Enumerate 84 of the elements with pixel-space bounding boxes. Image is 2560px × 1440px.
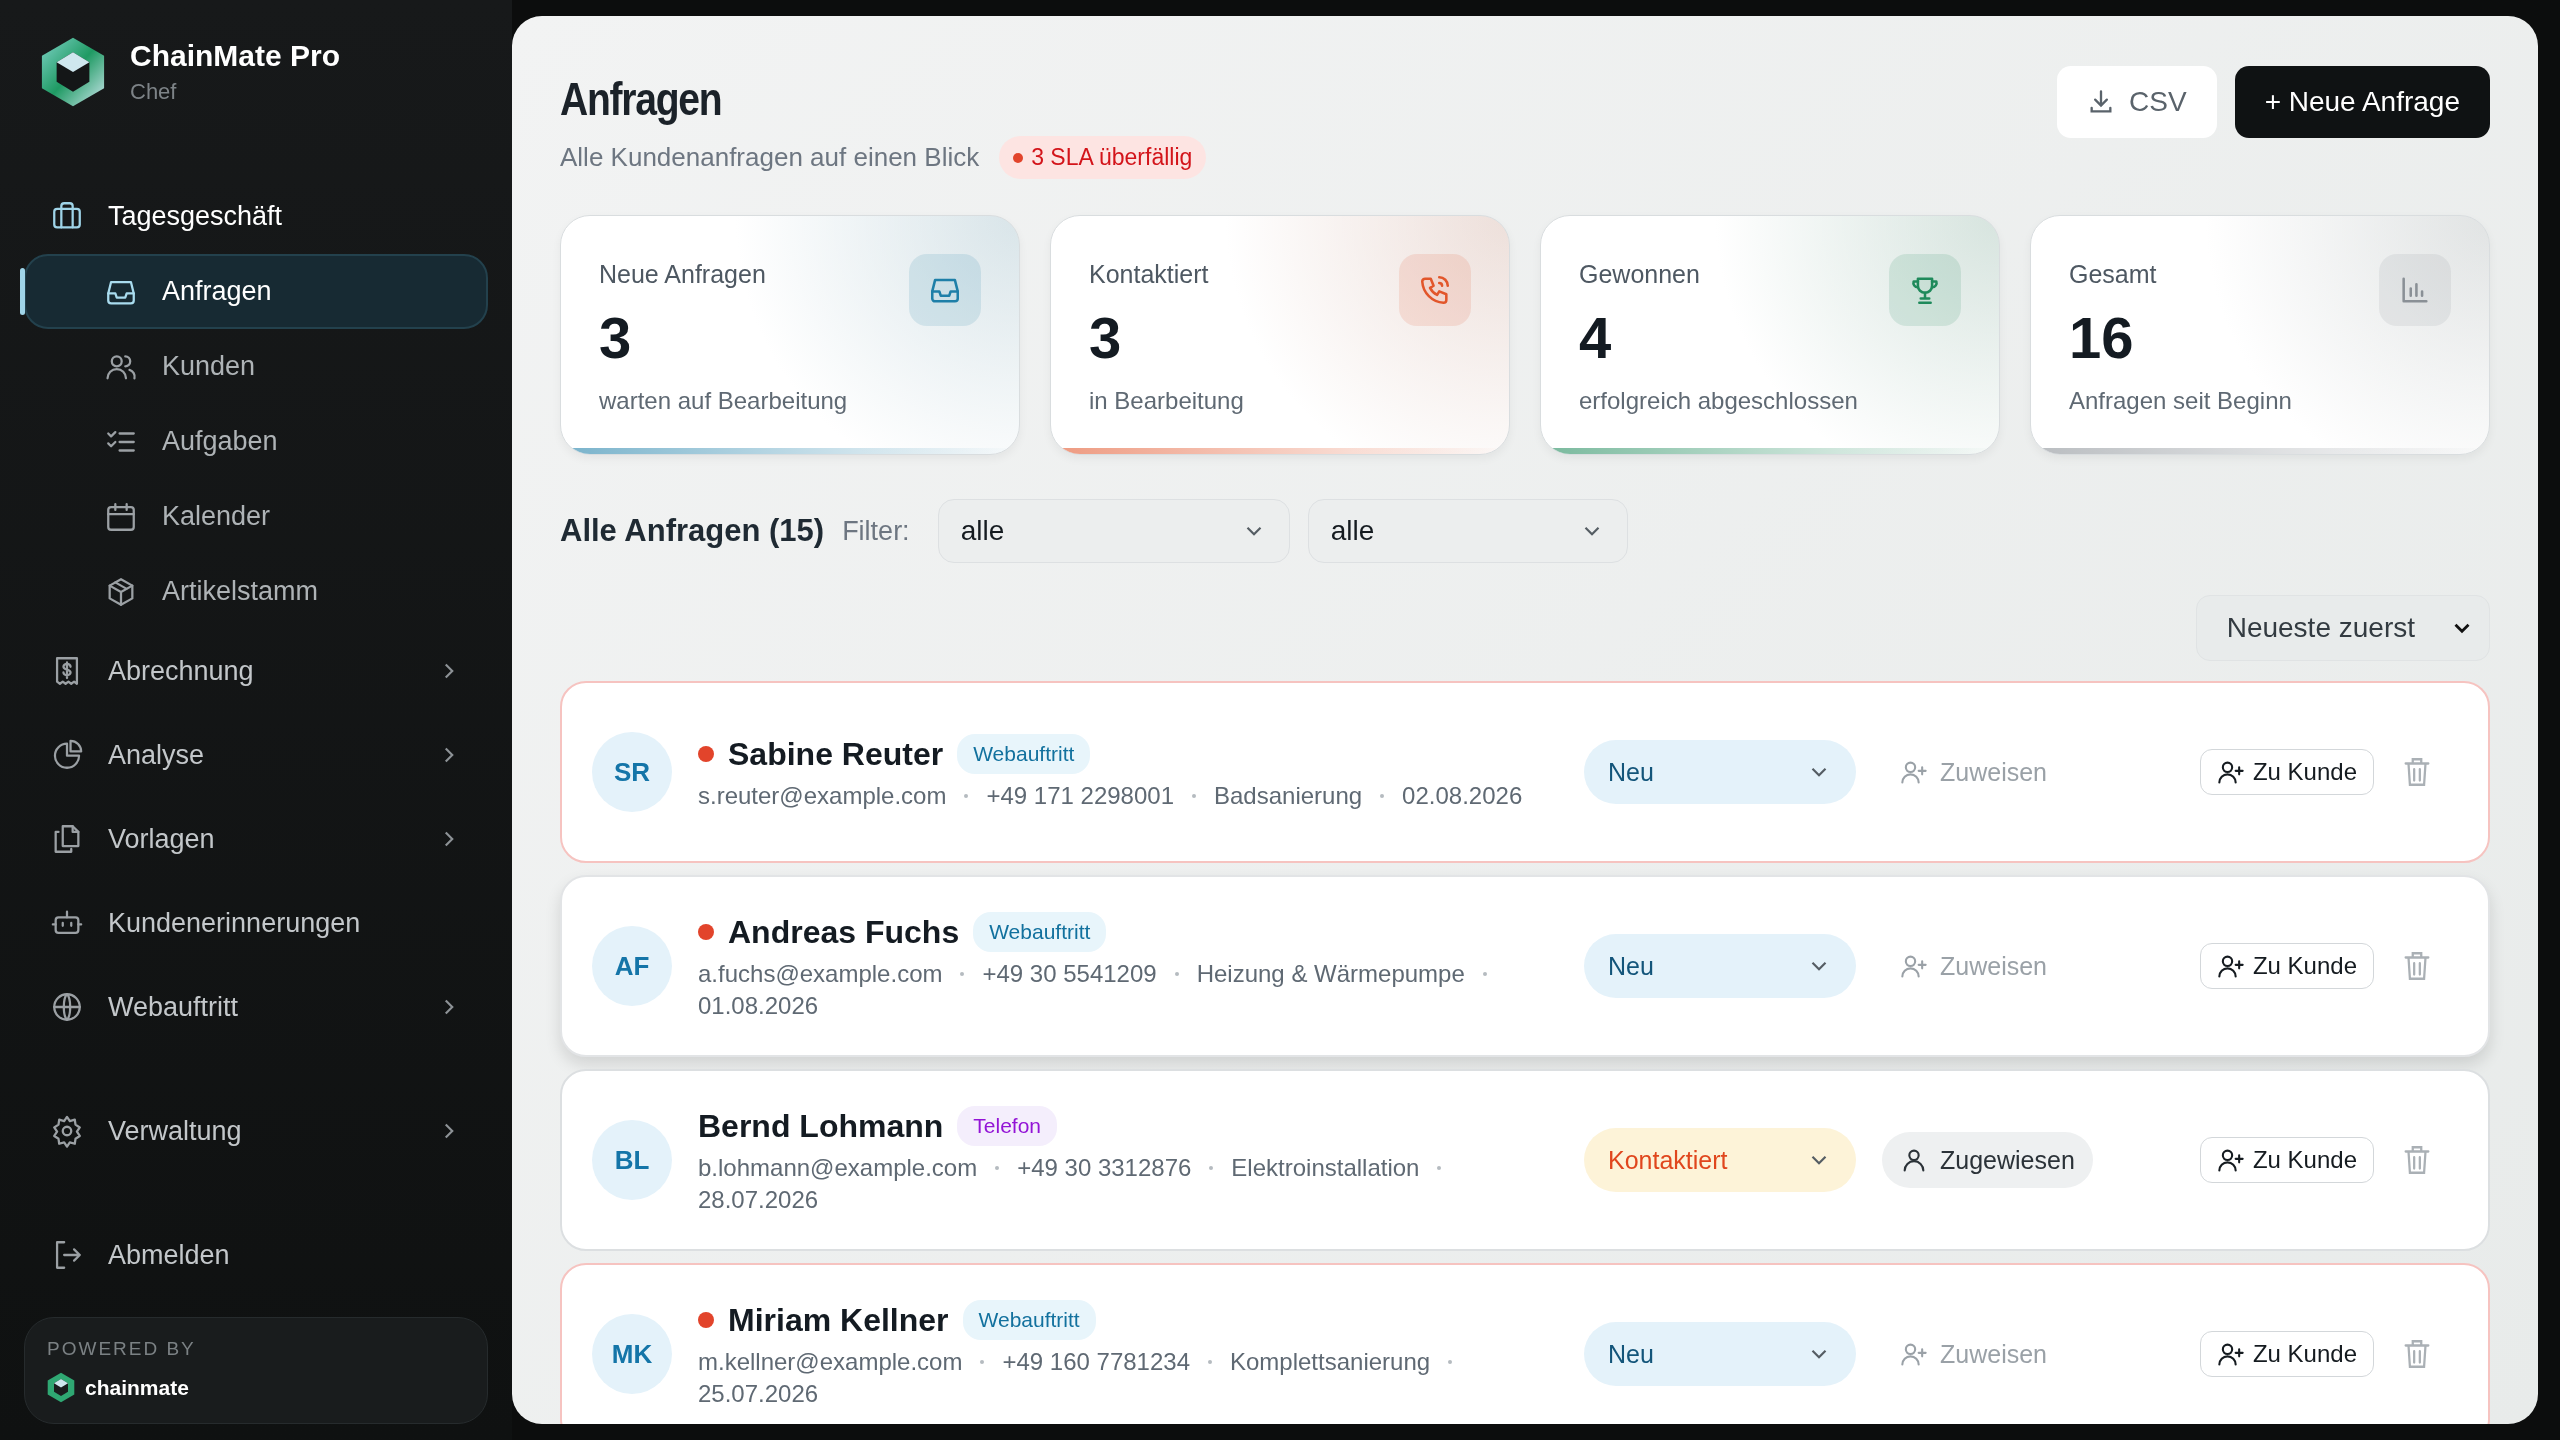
- meta-text: 28.07.2026: [698, 1186, 819, 1214]
- avatar: AF: [592, 926, 672, 1006]
- stat-value: 4: [1579, 304, 1613, 371]
- filter-label: Filter:: [842, 515, 910, 547]
- list-title: Alle Anfragen (15): [560, 513, 825, 549]
- nav-item[interactable]: Abmelden: [24, 1213, 488, 1297]
- meta-text: b.lohmann@example.com: [698, 1154, 978, 1182]
- powered-by-caption: POWERED BY: [47, 1338, 197, 1360]
- stat-value: 3: [1089, 304, 1123, 371]
- nav-item[interactable]: Kunden: [24, 329, 488, 404]
- nav-item[interactable]: Analyse: [24, 713, 488, 797]
- request-card[interactable]: MK Miriam Kellner Webauftritt m.kellner@example.com +49 160 7781234 Komplettsanierung 25.07.2026 Neu Zuweisen Zu Kunde: [560, 1263, 2490, 1424]
- nav-item[interactable]: Artikelstamm: [24, 554, 488, 629]
- logo-icon: [47, 1372, 75, 1403]
- source-tag: Webauftritt: [962, 1300, 1096, 1340]
- nav-item[interactable]: Verwaltung: [24, 1089, 488, 1173]
- customer-name: Andreas Fuchs: [728, 913, 960, 951]
- meta-text: Komplettsanierung: [1230, 1348, 1431, 1376]
- customer-name: Bernd Lohmann: [698, 1107, 944, 1145]
- avatar: SR: [592, 732, 672, 812]
- brand-name: chainmate: [85, 1375, 189, 1400]
- nav-item[interactable]: Webauftritt: [24, 965, 488, 1049]
- settings-icon: [50, 1114, 84, 1148]
- avatar: MK: [592, 1314, 672, 1394]
- meta-text: 01.08.2026: [698, 992, 819, 1020]
- filter-dropdown[interactable]: alle: [937, 499, 1290, 563]
- meta-text: +49 30 3312876: [1017, 1154, 1192, 1182]
- stat-label: Gesamt: [2069, 260, 2157, 289]
- meta-text: +49 171 2298001: [986, 782, 1174, 810]
- page-title: Anfragen: [560, 72, 723, 126]
- request-card[interactable]: SR Sabine Reuter Webauftritt s.reuter@example.com +49 171 2298001 Badsanierung 02.08.2026 Neu Zuweisen Zu Kunde: [560, 681, 2490, 863]
- user-role: Chef: [130, 79, 178, 105]
- meta-text: 25.07.2026: [698, 1380, 819, 1408]
- nav-section-heading[interactable]: Tagesgeschäft: [24, 178, 488, 254]
- globe-icon: [50, 990, 84, 1024]
- source-tag: Telefon: [957, 1106, 1058, 1146]
- stat-caption: in Bearbeitung: [1089, 387, 1245, 415]
- meta-text: Badsanierung: [1214, 782, 1363, 810]
- nav-item[interactable]: Vorlagen: [24, 797, 488, 881]
- nav-item[interactable]: Abrechnung: [24, 629, 488, 713]
- stat-label: Neue Anfragen: [599, 260, 766, 289]
- meta-text: s.reuter@example.com: [698, 782, 947, 810]
- status-dropdown[interactable]: Kontaktiert: [1584, 1128, 1856, 1192]
- to-customer-button[interactable]: Zu Kunde: [2199, 1137, 2374, 1183]
- assigned-button[interactable]: Zugewiesen: [1882, 1132, 2093, 1188]
- stat-value: 3: [599, 304, 633, 371]
- meta-text: Elektroinstallation: [1231, 1154, 1420, 1182]
- stat-label: Kontaktiert: [1089, 260, 1209, 289]
- stat-caption: Anfragen seit Beginn: [2069, 387, 2293, 415]
- app-name: ChainMate Pro: [130, 39, 341, 73]
- to-customer-button[interactable]: Zu Kunde: [2199, 1331, 2374, 1377]
- filter-dropdown[interactable]: alle: [1307, 499, 1628, 563]
- status-dropdown[interactable]: Neu: [1584, 1322, 1856, 1386]
- nav-item[interactable]: Kundenerinnerungen: [24, 881, 488, 965]
- meta-text: +49 30 5541209: [982, 960, 1157, 988]
- new-request-button[interactable]: + Neue Anfrage: [2234, 66, 2490, 138]
- request-card[interactable]: AF Andreas Fuchs Webauftritt a.fuchs@example.com +49 30 5541209 Heizung & Wärmepumpe 01.08.2026 Neu Zuweisen Zu Kunde: [560, 875, 2490, 1057]
- phone-icon: [1418, 273, 1452, 307]
- meta-text: +49 160 7781234: [1002, 1348, 1190, 1376]
- avatar: BL: [592, 1120, 672, 1200]
- meta-text: m.kellner@example.com: [698, 1348, 963, 1376]
- logo-icon: [40, 36, 106, 108]
- meta-text: a.fuchs@example.com: [698, 960, 943, 988]
- request-card[interactable]: BL Bernd Lohmann Telefon b.lohmann@example.com +49 30 3312876 Elektroinstallation 28.07.2026 Kontaktiert Zugewiesen Zu Kunde: [560, 1069, 2490, 1251]
- customer-name: Sabine Reuter: [728, 735, 944, 773]
- sla-alert-badge: 3 SLA überfällig: [999, 136, 1207, 179]
- status-dropdown[interactable]: Neu: [1584, 740, 1856, 804]
- stat-value: 16: [2069, 304, 2135, 371]
- to-customer-button[interactable]: Zu Kunde: [2199, 749, 2374, 795]
- status-dropdown[interactable]: Neu: [1584, 934, 1856, 998]
- stat-label: Gewonnen: [1579, 260, 1700, 289]
- source-tag: Webauftritt: [973, 912, 1107, 952]
- stat-caption: erfolgreich abgeschlossen: [1579, 387, 1859, 415]
- customer-name: Miriam Kellner: [728, 1301, 949, 1339]
- meta-text: Heizung & Wärmepumpe: [1196, 960, 1465, 988]
- to-customer-button[interactable]: Zu Kunde: [2199, 943, 2374, 989]
- stat-caption: warten auf Bearbeitung: [599, 387, 849, 415]
- meta-text: 02.08.2026: [1402, 782, 1523, 810]
- nav-item[interactable]: Aufgaben: [24, 404, 488, 479]
- source-tag: Webauftritt: [957, 734, 1091, 774]
- page-subtitle: Alle Kundenanfragen auf einen Blick: [560, 142, 980, 173]
- nav-item[interactable]: Kalender: [24, 479, 488, 554]
- sort-dropdown[interactable]: Neueste zuerst: [2195, 595, 2490, 661]
- export-button[interactable]: CSV: [2057, 66, 2217, 138]
